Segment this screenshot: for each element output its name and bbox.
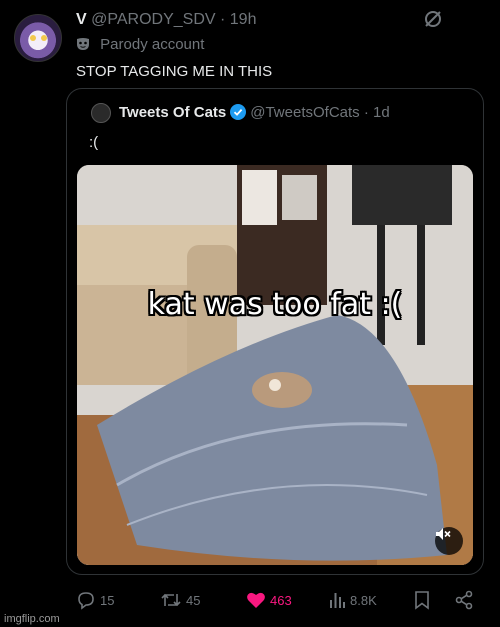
video-frame-illustration <box>77 165 473 565</box>
reply-count: 15 <box>100 592 115 608</box>
repost-icon <box>161 593 181 607</box>
quoted-tweet[interactable]: Tweets Of Cats @TweetsOfCats · 1d :(kat… <box>66 88 484 575</box>
mute-button[interactable] <box>435 527 463 555</box>
quoted-author-handle[interactable]: @TweetsOfCats <box>250 104 359 121</box>
author-name[interactable]: V <box>76 11 87 28</box>
grok-icon[interactable] <box>422 8 444 30</box>
quoted-tweet-video[interactable]: kat was too fat :( <box>77 165 473 565</box>
speaker-muted-icon <box>436 528 451 540</box>
parody-label-text: Parody account <box>100 36 205 53</box>
quoted-author-avatar[interactable] <box>91 103 111 123</box>
post-time[interactable]: · 19h <box>220 11 256 28</box>
share-icon <box>455 590 473 610</box>
heart-icon <box>247 592 265 608</box>
mask-icon <box>76 37 90 51</box>
avatar-eye-left <box>30 35 36 41</box>
bookmark-icon <box>415 591 429 610</box>
avatar-eye-right <box>41 35 47 41</box>
repost-count: 45 <box>186 592 201 608</box>
like-count: 463 <box>270 592 292 608</box>
quoted-tweet-header: Tweets Of Cats @TweetsOfCats · 1d <box>119 103 390 123</box>
like-button[interactable]: 463 <box>246 588 292 612</box>
imgflip-watermark: imgflip.com <box>4 613 60 625</box>
quoted-tweet-text: :( <box>89 134 99 151</box>
views-chart-icon <box>330 593 345 608</box>
bookmark-button[interactable] <box>414 588 430 612</box>
action-bar: 15 45 463 8.8K <box>0 588 500 612</box>
reply-button[interactable]: 15 <box>76 588 114 612</box>
quoted-post-time[interactable]: · 1d <box>364 104 390 121</box>
quoted-author-name[interactable]: Tweets Of Cats <box>119 104 226 121</box>
video-caption: kat was too fat :( <box>147 287 403 322</box>
reply-icon <box>78 592 94 610</box>
post-header: V @PARODY_SDV · 19h <box>76 10 256 30</box>
author-avatar[interactable] <box>14 14 62 62</box>
views-button[interactable]: 8.8K <box>328 588 377 612</box>
repost-button[interactable]: 45 <box>160 588 200 612</box>
author-handle[interactable]: @PARODY_SDV <box>91 11 215 28</box>
parody-label: Parody account <box>76 35 204 55</box>
view-count: 8.8K <box>350 592 377 608</box>
share-button[interactable] <box>454 588 474 612</box>
verified-badge-icon <box>230 104 247 120</box>
post-text: STOP TAGGING ME IN THIS <box>76 63 273 80</box>
